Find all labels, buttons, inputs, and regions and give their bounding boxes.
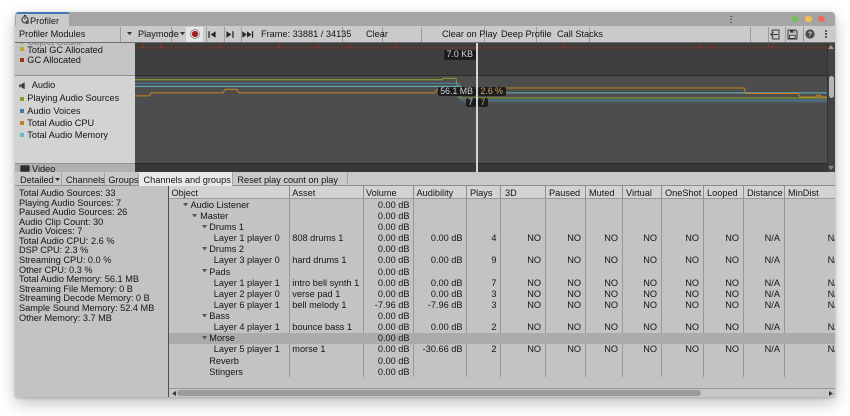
svg-text:?: ?	[807, 32, 811, 39]
